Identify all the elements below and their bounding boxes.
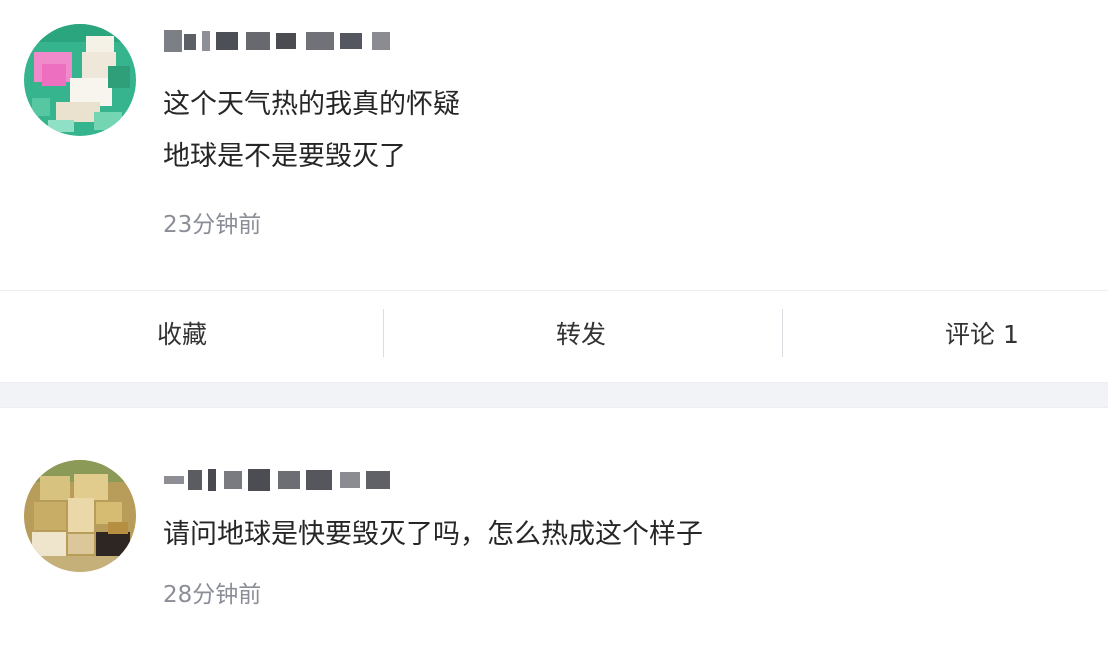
avatar-image bbox=[24, 24, 136, 136]
post-time-2: 28分钟前 bbox=[163, 582, 262, 608]
post-separator bbox=[0, 382, 1108, 408]
avatar-image bbox=[24, 460, 136, 572]
repost-button[interactable]: 转发 bbox=[556, 291, 606, 379]
post-content-1: 这个天气热的我真的怀疑 地球是不是要毁灭了 bbox=[163, 89, 460, 172]
save-button[interactable]: 收藏 bbox=[157, 291, 207, 379]
username-blurred-2[interactable] bbox=[164, 465, 394, 495]
post-time-1: 23分钟前 bbox=[163, 212, 262, 238]
action-divider-1 bbox=[383, 309, 384, 357]
post-action-bar: 收藏 转发 评论 1 bbox=[0, 290, 1108, 382]
blurred-name-image bbox=[164, 30, 390, 52]
user-avatar-1[interactable] bbox=[24, 24, 136, 136]
post-card-2: 请问地球是快要毁灭了吗，怎么热成这个样子 28分钟前 bbox=[0, 408, 1108, 646]
post-card-1: 这个天气热的我真的怀疑 地球是不是要毁灭了 23分钟前 收藏 转发 评论 1 bbox=[0, 0, 1108, 382]
comment-button[interactable]: 评论 1 bbox=[945, 291, 1019, 379]
post-content-2: 请问地球是快要毁灭了吗，怎么热成这个样子 bbox=[163, 519, 703, 550]
username-blurred-1[interactable] bbox=[164, 26, 394, 56]
action-divider-2 bbox=[782, 309, 783, 357]
user-avatar-2[interactable] bbox=[24, 460, 136, 572]
blurred-name-image bbox=[164, 469, 390, 491]
